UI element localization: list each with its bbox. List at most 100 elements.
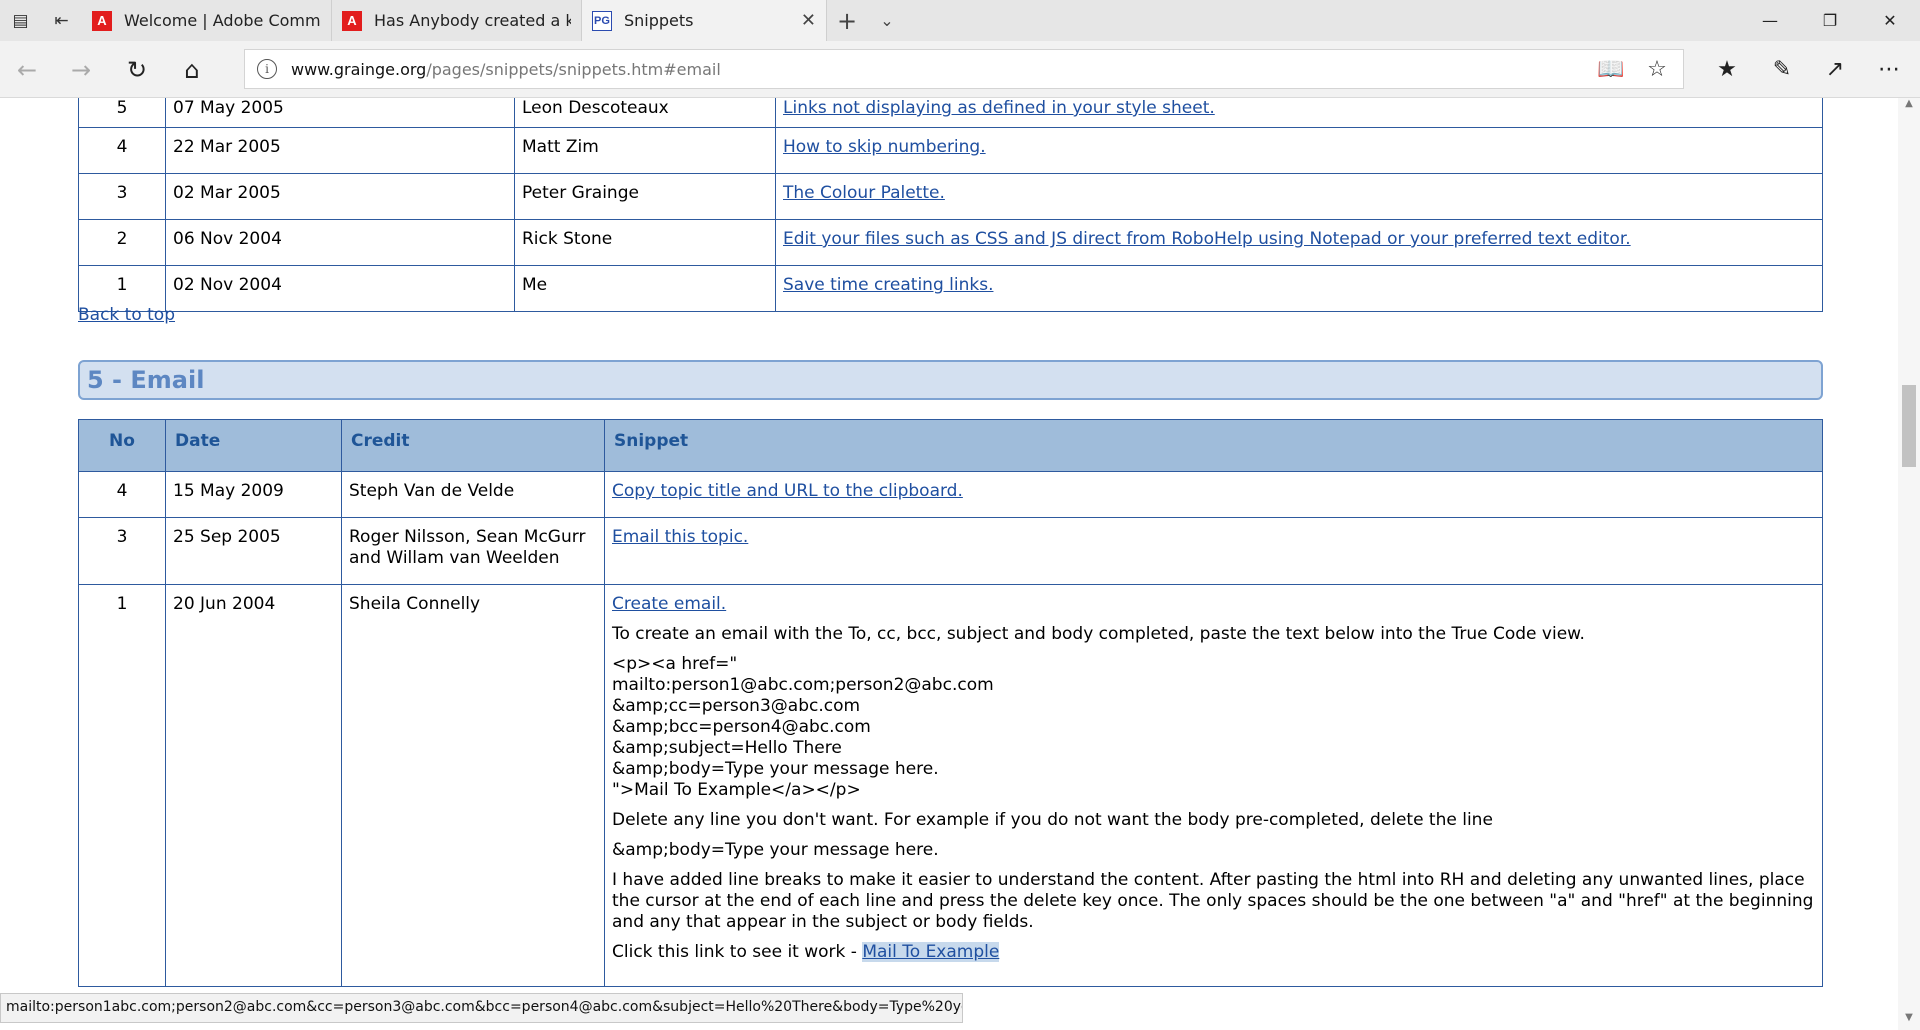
row-no: 3 [78, 173, 166, 220]
snippet-link[interactable]: Email this topic. [612, 527, 748, 547]
link-status-bar: mailto:person1abc.com;person2@abc.com&cc… [0, 993, 963, 1023]
code-line: <p><a href=" [612, 654, 738, 674]
row-credit: Steph Van de Velde [341, 471, 605, 518]
tab-title: Snippets [624, 11, 694, 30]
code-line: &amp;body=Type your message here. [612, 759, 939, 779]
back-to-top-link[interactable]: Back to top [78, 305, 175, 325]
row-date: 15 May 2009 [165, 471, 342, 518]
row-date: 02 Nov 2004 [165, 265, 515, 312]
code-line: &amp;cc=person3@abc.com [612, 696, 861, 716]
snippet-link[interactable]: How to skip numbering. [783, 137, 986, 157]
table-row: 1 20 Jun 2004 Sheila Connelly Create ema… [78, 584, 1823, 987]
scrollbar-thumb[interactable] [1902, 385, 1916, 467]
adobe-icon: A [92, 10, 112, 31]
explanation: I have added line breaks to make it easi… [612, 870, 1814, 932]
snippet-link[interactable]: Copy topic title and URL to the clipboar… [612, 481, 963, 501]
row-credit: Peter Grainge [514, 173, 776, 220]
tab-strip: ▤ ⇤ A Welcome | Adobe Commun A Has Anybo… [0, 0, 1920, 41]
vertical-scrollbar[interactable]: ▲ ▼ [1898, 98, 1920, 1030]
forward-icon[interactable]: → [54, 41, 108, 98]
row-date: 07 May 2005 [165, 98, 515, 128]
row-date: 25 Sep 2005 [165, 517, 342, 585]
table-row: 4 15 May 2009 Steph Van de Velde Copy to… [78, 471, 1823, 518]
page-content: 5 07 May 2005 Leon Descoteaux Links not … [0, 98, 1898, 1030]
row-no: 4 [78, 471, 166, 518]
snippet-link[interactable]: The Colour Palette. [783, 183, 945, 203]
web-note-icon[interactable]: ✎ [1755, 41, 1809, 98]
row-no: 2 [78, 219, 166, 266]
table-row: 5 07 May 2005 Leon Descoteaux Links not … [78, 98, 1823, 128]
section-heading-email: 5 - Email [78, 360, 1823, 400]
more-icon[interactable]: ⋯ [1862, 41, 1916, 98]
header-snippet: Snippet [604, 419, 1823, 472]
click-prefix: Click this link to see it work - [612, 942, 863, 962]
row-credit: Leon Descoteaux [514, 98, 776, 128]
mail-to-example-link[interactable]: Mail To Example [862, 942, 1000, 962]
info-icon[interactable]: i [257, 59, 277, 79]
address-bar[interactable]: i www.grainge.org/pages/snippets/snippet… [244, 49, 1684, 89]
pg-icon: PG [592, 10, 612, 31]
table-row: 2 06 Nov 2004 Rick Stone Edit your files… [78, 219, 1823, 266]
scroll-down-icon[interactable]: ▼ [1898, 1012, 1920, 1030]
row-credit: Matt Zim [514, 127, 776, 174]
code-line: &amp;bcc=person4@abc.com [612, 717, 871, 737]
adobe-icon: A [342, 10, 362, 31]
home-icon[interactable]: ⌂ [165, 41, 219, 98]
tab-title: Welcome | Adobe Commun [124, 11, 321, 30]
create-email-link[interactable]: Create email. [612, 594, 726, 614]
row-credit: Rick Stone [514, 219, 776, 266]
tab-snippets[interactable]: PG Snippets ✕ [582, 0, 827, 41]
snippets-table-email: No Date Credit Snippet 4 15 May 2009 Ste… [78, 419, 1823, 987]
table-row: 3 02 Mar 2005 Peter Grainge The Colour P… [78, 173, 1823, 220]
row-no: 3 [78, 517, 166, 585]
table-row: 3 25 Sep 2005 Roger Nilsson, Sean McGurr… [78, 517, 1823, 585]
code-line: ">Mail To Example</a></p> [612, 780, 861, 800]
tab-preview-chevron-icon[interactable]: ⌄ [867, 0, 907, 41]
row-no: 1 [78, 584, 166, 987]
row-date: 06 Nov 2004 [165, 219, 515, 266]
row-credit: Roger Nilsson, Sean McGurr and Willam va… [341, 517, 605, 585]
snippet-link[interactable]: Save time creating links. [783, 275, 993, 295]
favorites-hub-icon[interactable]: ★ [1700, 41, 1754, 98]
maximize-icon[interactable]: ❐ [1800, 0, 1860, 41]
reading-view-icon[interactable]: 📖 [1591, 50, 1631, 88]
code-line: mailto:person1@abc.com;person2@abc.com [612, 675, 994, 695]
snippet-intro: To create an email with the To, cc, bcc,… [612, 624, 1585, 644]
snippet-link[interactable]: Edit your files such as CSS and JS direc… [783, 229, 1631, 249]
new-tab-icon[interactable]: + [827, 0, 867, 41]
header-credit: Credit [341, 419, 605, 472]
url-path: /pages/snippets/snippets.htm#email [426, 59, 721, 79]
row-date: 22 Mar 2005 [165, 127, 515, 174]
table-header-row: No Date Credit Snippet [78, 419, 1823, 472]
tab-adobe-forum[interactable]: A Has Anybody created a kno [332, 0, 582, 41]
click-instruction: Click this link to see it work - Mail To… [612, 942, 1815, 963]
close-window-icon[interactable]: ✕ [1860, 0, 1920, 41]
row-no: 5 [78, 98, 166, 128]
tab-adobe-welcome[interactable]: A Welcome | Adobe Commun [82, 0, 332, 41]
snippets-table-previous: 5 07 May 2005 Leon Descoteaux Links not … [78, 98, 1823, 312]
tab-actions-icon[interactable]: ▤ [0, 0, 41, 41]
row-date: 02 Mar 2005 [165, 173, 515, 220]
minimize-icon[interactable]: — [1740, 0, 1800, 41]
favorite-star-icon[interactable]: ☆ [1637, 50, 1677, 88]
table-row: 4 22 Mar 2005 Matt Zim How to skip numbe… [78, 127, 1823, 174]
row-date: 20 Jun 2004 [165, 584, 342, 987]
set-aside-tabs-icon[interactable]: ⇤ [41, 0, 82, 41]
body-line: &amp;body=Type your message here. [612, 840, 939, 860]
refresh-icon[interactable]: ↻ [110, 41, 164, 98]
snippet-link[interactable]: Links not displaying as defined in your … [783, 98, 1215, 118]
row-no: 4 [78, 127, 166, 174]
code-sample: <p><a href=" mailto:person1@abc.com;pers… [612, 654, 1815, 801]
back-icon[interactable]: ← [0, 41, 54, 98]
delete-note: Delete any line you don't want. For exam… [612, 810, 1493, 830]
scroll-up-icon[interactable]: ▲ [1898, 98, 1920, 116]
header-date: Date [165, 419, 342, 472]
share-icon[interactable]: ↗ [1808, 41, 1862, 98]
code-line: &amp;subject=Hello There [612, 738, 842, 758]
address-toolbar: ← → ↻ ⌂ i www.grainge.org/pages/snippets… [0, 41, 1920, 98]
header-no: No [78, 419, 166, 472]
tab-title: Has Anybody created a kno [374, 11, 571, 30]
snippet-detail-cell: Create email. To create an email with th… [604, 584, 1823, 987]
row-credit: Me [514, 265, 776, 312]
close-tab-icon[interactable]: ✕ [801, 10, 816, 31]
